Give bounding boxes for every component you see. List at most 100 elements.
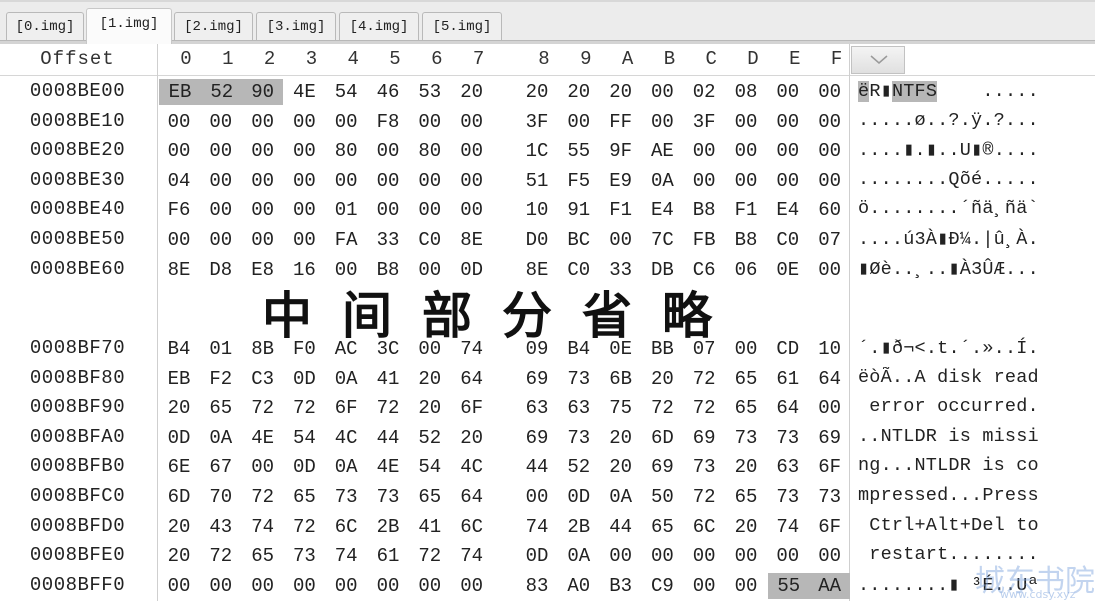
hex-byte[interactable]: 20 [517,79,557,105]
ascii-text[interactable]: ö........´ñä¸ñä` [858,198,1093,219]
hex-byte[interactable]: 20 [452,425,492,451]
hex-byte[interactable]: F0 [284,336,324,362]
hex-byte[interactable]: 00 [159,138,199,164]
hex-byte[interactable]: 44 [517,454,557,480]
hex-byte[interactable]: 0D [517,543,557,569]
hex-byte[interactable]: 00 [684,168,724,194]
hex-byte[interactable]: 20 [559,79,599,105]
hex-byte[interactable]: 0A [559,543,599,569]
hex-byte[interactable]: 4E [368,454,408,480]
ascii-text[interactable]: .....ø..?.ÿ.?... [858,110,1093,131]
hex-byte[interactable]: C3 [243,366,283,392]
hex-byte[interactable]: 2B [559,514,599,540]
hex-byte[interactable]: 00 [768,168,808,194]
hex-byte[interactable]: 73 [768,484,808,510]
hex-byte[interactable]: BC [559,227,599,253]
hex-byte[interactable]: 0E [768,257,808,283]
hex-byte[interactable]: 00 [768,109,808,135]
hex-byte[interactable]: B8 [684,197,724,223]
hex-byte[interactable]: 72 [201,543,241,569]
hex-byte[interactable]: 72 [410,543,450,569]
hex-byte[interactable]: 00 [284,109,324,135]
hex-byte[interactable]: 6F [810,514,850,540]
hex-byte[interactable]: 00 [601,227,641,253]
hex-byte[interactable]: 3F [517,109,557,135]
hex-byte[interactable]: 00 [284,227,324,253]
ascii-encoding-dropdown[interactable] [851,46,905,74]
hex-byte[interactable]: D0 [517,227,557,253]
hex-byte[interactable]: 20 [601,425,641,451]
ascii-text[interactable]: ....ú3À▮Ð¼.|û¸À. [858,228,1093,250]
hex-byte[interactable]: 41 [410,514,450,540]
ascii-text[interactable]: ........Qõé..... [858,169,1093,190]
hex-byte[interactable]: 00 [368,138,408,164]
hex-byte[interactable]: 00 [284,197,324,223]
hex-byte[interactable]: 6D [642,425,682,451]
hex-byte[interactable]: 00 [243,168,283,194]
hex-byte[interactable]: 01 [326,197,366,223]
hex-byte[interactable]: 0D [284,366,324,392]
hex-byte[interactable]: 6C [452,514,492,540]
hex-byte[interactable]: 73 [726,425,766,451]
hex-byte[interactable]: F1 [726,197,766,223]
hex-byte[interactable]: 00 [810,395,850,421]
hex-byte[interactable]: FA [326,227,366,253]
hex-byte[interactable]: F6 [159,197,199,223]
hex-byte[interactable]: 00 [368,168,408,194]
ascii-text[interactable]: restart........ [858,544,1093,565]
hex-byte[interactable]: 64 [452,366,492,392]
hex-byte[interactable]: EB [159,366,199,392]
hex-byte[interactable]: 00 [810,168,850,194]
hex-byte[interactable]: 0A [601,484,641,510]
hex-byte[interactable]: 50 [642,484,682,510]
hex-byte[interactable]: 64 [452,484,492,510]
hex-byte[interactable]: 00 [768,79,808,105]
hex-byte[interactable]: 00 [368,197,408,223]
hex-byte[interactable]: 73 [368,484,408,510]
hex-byte[interactable]: 00 [768,543,808,569]
hex-byte[interactable]: 44 [601,514,641,540]
hex-byte[interactable]: 41 [368,366,408,392]
hex-byte[interactable]: 0A [326,366,366,392]
hex-byte[interactable]: FB [684,227,724,253]
hex-byte[interactable]: 73 [768,425,808,451]
hex-byte[interactable]: 00 [726,336,766,362]
hex-byte[interactable]: 00 [517,484,557,510]
hex-byte[interactable]: 6C [684,514,724,540]
hex-byte[interactable]: 00 [410,197,450,223]
hex-byte[interactable]: 3F [684,109,724,135]
hex-byte[interactable]: 8B [243,336,283,362]
ascii-text[interactable]: ëR▮NTFS ..... [858,80,1093,102]
hex-byte[interactable]: 74 [517,514,557,540]
hex-byte[interactable]: CD [768,336,808,362]
hex-byte[interactable]: 73 [559,366,599,392]
hex-byte[interactable]: 00 [326,109,366,135]
hex-byte[interactable]: 61 [768,366,808,392]
hex-byte[interactable]: 20 [410,395,450,421]
hex-byte[interactable]: 3C [368,336,408,362]
ascii-text[interactable]: mpressed...Press [858,485,1093,506]
hex-byte[interactable]: 65 [642,514,682,540]
hex-byte[interactable]: 00 [368,573,408,599]
hex-byte[interactable]: 00 [810,109,850,135]
hex-byte[interactable]: 00 [452,138,492,164]
hex-byte[interactable]: 73 [559,425,599,451]
ascii-text[interactable]: Ctrl+Alt+Del to [858,515,1093,536]
hex-byte[interactable]: 52 [200,79,243,105]
hex-byte[interactable]: 7C [642,227,682,253]
hex-byte[interactable]: 0A [201,425,241,451]
hex-byte[interactable]: F2 [201,366,241,392]
hex-byte[interactable]: 20 [726,454,766,480]
hex-byte[interactable]: 2B [368,514,408,540]
hex-byte[interactable]: 72 [243,484,283,510]
hex-byte[interactable]: E4 [768,197,808,223]
hex-byte[interactable]: 6D [159,484,199,510]
hex-byte[interactable]: 65 [243,543,283,569]
hex-byte[interactable]: AE [642,138,682,164]
hex-byte[interactable]: 80 [326,138,366,164]
hex-byte[interactable]: 10 [810,336,850,362]
hex-byte[interactable]: 00 [810,138,850,164]
hex-byte[interactable]: 00 [452,168,492,194]
tab-5-img[interactable]: [5.img] [422,12,502,40]
hex-byte[interactable]: 00 [642,109,682,135]
